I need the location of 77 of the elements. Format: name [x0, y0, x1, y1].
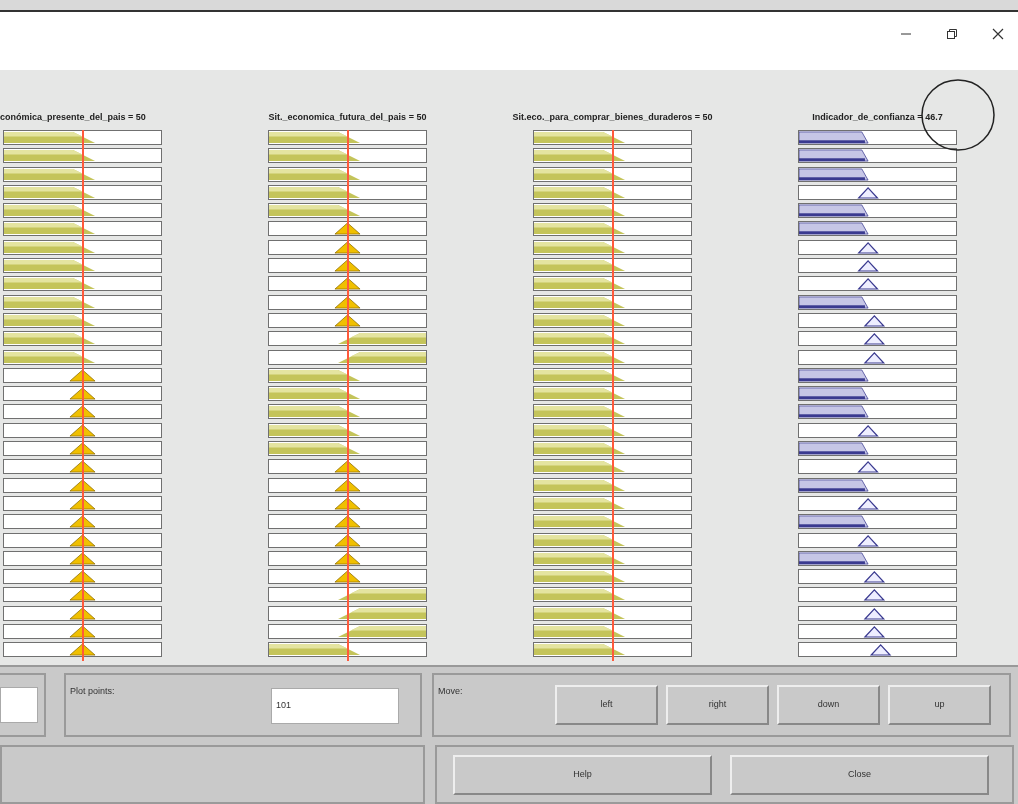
triangle-shape: [334, 570, 361, 583]
variable-label: Indicador_de_confianza = 46.7: [812, 111, 943, 124]
trapezoid-shape: [799, 442, 869, 455]
triangle-shape: [69, 552, 96, 565]
input-value-line[interactable]: [346, 130, 349, 661]
triangle-shape: [69, 442, 96, 455]
input-field[interactable]: [0, 687, 38, 723]
triangle-shape: [863, 314, 886, 327]
plot-points-field[interactable]: 101: [271, 688, 399, 724]
triangle-shape: [857, 534, 879, 547]
triangle-shape: [857, 497, 879, 510]
triangle-shape: [69, 406, 96, 418]
triangle-shape: [857, 241, 879, 254]
trapezoid-shape: [799, 515, 869, 528]
trapezoid-shape: [799, 223, 869, 235]
triangle-shape: [863, 333, 886, 345]
dialog-button[interactable]: Help: [453, 755, 712, 795]
triangle-shape: [857, 260, 879, 272]
move-button[interactable]: left: [555, 685, 658, 725]
dialog-button[interactable]: Close: [730, 755, 989, 795]
variable-label: conómica_presente_del_pais = 50: [0, 111, 146, 124]
triangle-shape: [334, 296, 361, 309]
input-value-line[interactable]: [81, 130, 84, 661]
triangle-shape: [69, 625, 96, 638]
triangle-shape: [869, 644, 892, 656]
triangle-shape: [334, 259, 361, 272]
trapezoid-shape: [799, 296, 869, 309]
move-button[interactable]: down: [777, 685, 880, 725]
trapezoid-shape: [799, 552, 869, 565]
triangle-shape: [69, 424, 96, 437]
triangle-shape: [857, 186, 879, 199]
triangle-shape: [863, 625, 886, 638]
trapezoid-shape: [799, 204, 869, 217]
triangle-shape: [69, 643, 96, 656]
triangle-shape: [334, 241, 361, 254]
maximize-icon[interactable]: [946, 28, 958, 40]
triangle-shape: [69, 497, 96, 510]
triangle-shape: [69, 534, 96, 546]
triangle-shape: [857, 278, 879, 291]
trapezoid-shape: [799, 387, 869, 400]
trapezoid-shape: [799, 168, 869, 181]
triangle-shape: [334, 460, 361, 473]
trapezoid-shape: [799, 479, 869, 492]
triangle-shape: [69, 387, 96, 400]
triangle-shape: [334, 223, 361, 235]
close-icon[interactable]: [992, 28, 1004, 40]
triangle-shape: [334, 314, 361, 327]
move-button[interactable]: right: [666, 685, 769, 725]
plot-points-label: Plot points:: [70, 685, 115, 698]
variable-label: Sit.eco._para_comprar_bienes_duraderos = 50: [512, 111, 713, 124]
triangle-shape: [334, 534, 361, 546]
triangle-shape: [69, 607, 96, 620]
triangle-shape: [863, 589, 886, 602]
triangle-shape: [334, 497, 361, 510]
move-label: Move:: [438, 685, 463, 698]
triangle-shape: [69, 570, 96, 583]
trapezoid-shape: [799, 369, 869, 382]
triangle-shape: [857, 424, 879, 437]
triangle-shape: [863, 607, 886, 620]
triangle-shape: [69, 589, 96, 601]
triangle-shape: [69, 369, 96, 382]
triangle-shape: [857, 461, 879, 474]
variable-label: Sit._economica_futura_del_pais = 50: [268, 111, 427, 124]
triangle-shape: [334, 515, 361, 528]
triangle-shape: [69, 479, 96, 492]
trapezoid-shape: [799, 149, 869, 162]
triangle-shape: [69, 515, 96, 528]
triangle-shape: [863, 571, 886, 583]
triangle-shape: [863, 351, 886, 364]
triangle-shape: [69, 460, 96, 473]
input-value-line[interactable]: [611, 130, 614, 661]
triangle-shape: [334, 479, 361, 492]
triangle-shape: [334, 552, 361, 565]
triangle-shape: [334, 277, 361, 290]
move-button[interactable]: up: [888, 685, 991, 725]
trapezoid-shape: [799, 131, 869, 144]
trapezoid-shape: [799, 406, 869, 418]
